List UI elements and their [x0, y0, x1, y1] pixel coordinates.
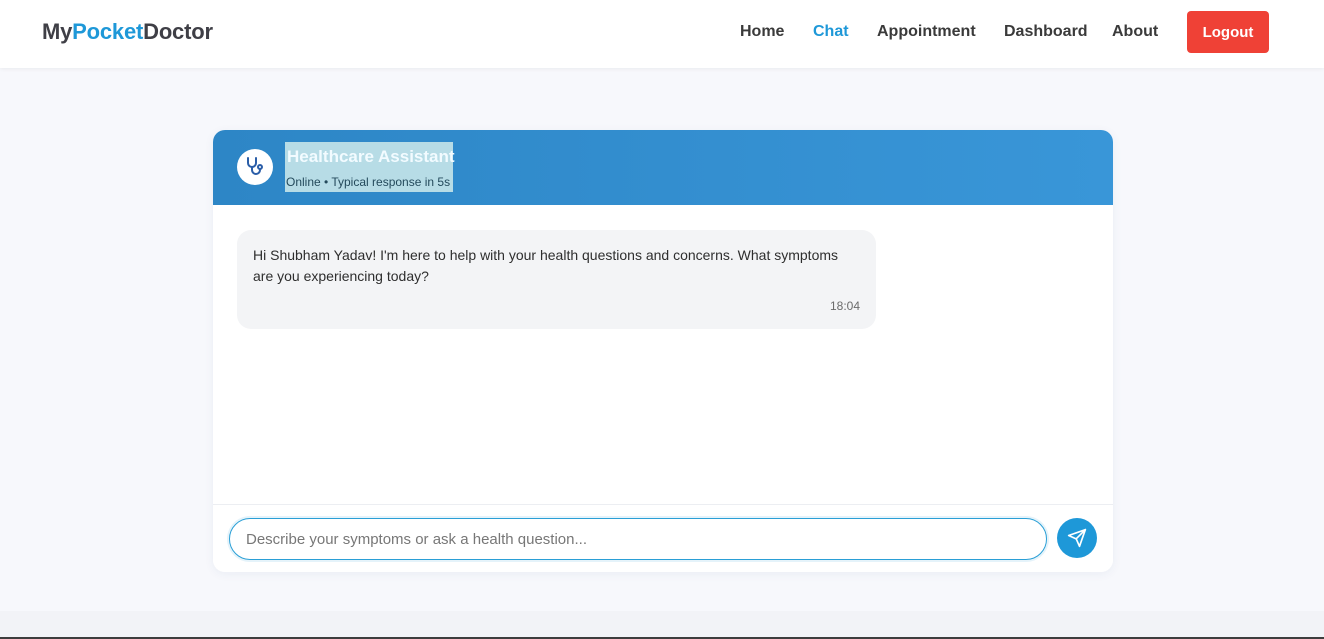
assistant-status: Online • Typical response in 5s [286, 175, 451, 189]
brand-part-my: My [42, 19, 73, 44]
nav-home[interactable]: Home [740, 23, 784, 41]
message-text: Hi Shubham Yadav! I'm here to help with … [253, 247, 839, 284]
message-input-bar [213, 504, 1113, 572]
chat-header: Healthcare Assistant Online • Typical re… [213, 130, 1113, 205]
message-list[interactable]: Hi Shubham Yadav! I'm here to help with … [213, 205, 1113, 504]
send-icon [1067, 528, 1087, 548]
top-navbar: MyPocketDoctor Home Chat Appointment Das… [0, 0, 1324, 68]
assistant-avatar [237, 149, 273, 185]
message-bubble-assistant: Hi Shubham Yadav! I'm here to help with … [237, 230, 876, 329]
header-text-selection: Healthcare Assistant Online • Typical re… [285, 142, 455, 192]
brand-logo[interactable]: MyPocketDoctor [42, 19, 213, 45]
brand-part-pocket: Pocket [72, 19, 144, 44]
footer-band [0, 611, 1324, 639]
nav-chat[interactable]: Chat [813, 23, 849, 41]
stethoscope-icon [247, 157, 263, 175]
send-button[interactable] [1057, 518, 1097, 558]
brand-part-doctor: Doctor [143, 19, 213, 44]
assistant-title: Healthcare Assistant [287, 147, 455, 166]
nav-about[interactable]: About [1112, 23, 1158, 41]
message-timestamp: 18:04 [829, 299, 860, 313]
logout-button[interactable]: Logout [1187, 11, 1269, 53]
message-input[interactable] [229, 518, 1047, 560]
nav-dashboard[interactable]: Dashboard [1004, 23, 1088, 41]
chat-panel: Healthcare Assistant Online • Typical re… [213, 130, 1113, 572]
nav-appointment[interactable]: Appointment [877, 23, 976, 41]
